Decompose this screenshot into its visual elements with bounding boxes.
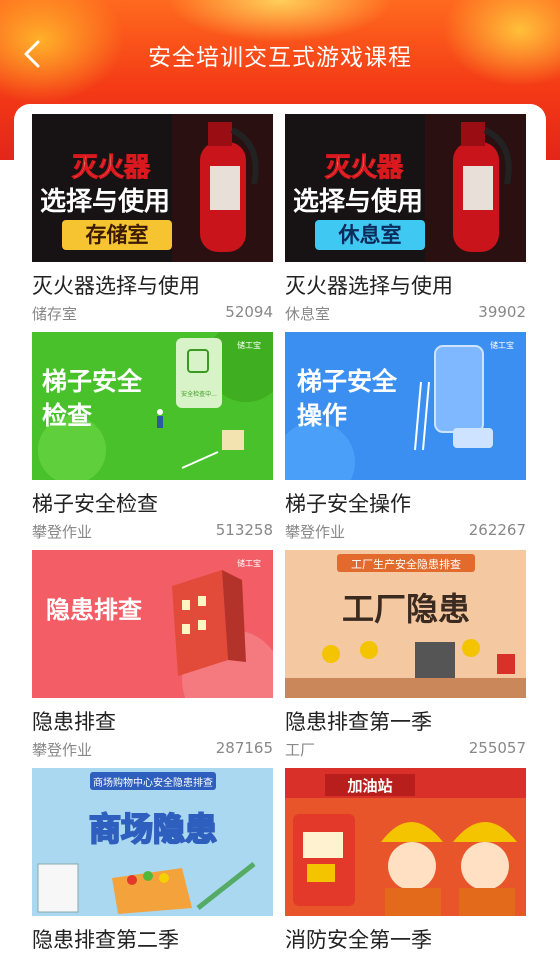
thumb-text: 梯子安全: [297, 367, 398, 396]
thumb-logo: 储工宝: [490, 340, 514, 350]
course-thumbnail: 商场购物中心安全隐患排查 商场隐患: [32, 768, 273, 916]
course-title: 消防安全第一季: [285, 928, 432, 952]
course-play-count: 255057: [468, 739, 526, 757]
course-thumbnail: 灭火器 选择与使用 存储室: [32, 114, 273, 262]
thumb-text: 选择与使用: [293, 187, 423, 217]
course-card[interactable]: 工厂生产安全隐患排查 工厂隐患 隐患排查第一季 工厂 255057: [285, 550, 526, 760]
thumb-badge: 存储室: [86, 223, 149, 247]
thumb-text: 安全检查中...: [181, 390, 217, 398]
thumb-text: 工厂隐患: [342, 590, 470, 628]
course-play-count: 39902: [478, 303, 526, 321]
thumb-banner: 商场购物中心安全隐患排查: [93, 776, 213, 789]
thumb-banner: 工厂生产安全隐患排查: [351, 557, 461, 571]
course-thumbnail: 安全检查中... 储工宝 梯子安全 检查: [32, 332, 273, 480]
course-play-count: 52094: [225, 303, 273, 321]
course-title: 梯子安全检查: [32, 492, 158, 516]
course-thumbnail: 加油站: [285, 768, 526, 916]
thumb-banner: 加油站: [346, 777, 392, 795]
course-card[interactable]: 安全检查中... 储工宝 梯子安全 检查 梯子安全检查 攀登作业 513258: [32, 332, 273, 542]
course-category: 工厂: [285, 741, 316, 759]
course-list-panel[interactable]: 灭火器 选择与使用 存储室 灭火器选择与使用 储存室 52094 灭火器 选择与…: [14, 104, 546, 973]
course-title: 灭火器选择与使用: [32, 274, 200, 298]
course-thumbnail: 灭火器 选择与使用 休息室: [285, 114, 526, 262]
course-title: 梯子安全操作: [285, 492, 411, 516]
course-category: 攀登作业: [32, 523, 93, 541]
course-category: 休息室: [285, 305, 331, 323]
course-card[interactable]: 加油站 消防安全第一季: [285, 768, 526, 973]
thumb-text: 操作: [297, 401, 347, 430]
course-card[interactable]: 灭火器 选择与使用 休息室 灭火器选择与使用 休息室 39902: [285, 114, 526, 324]
thumb-text: 商场隐患: [89, 810, 217, 848]
thumb-text: 隐患排查: [46, 596, 142, 624]
course-card[interactable]: 储工宝 隐患排查 隐患排查 攀登作业 287165: [32, 550, 273, 760]
thumb-logo: 储工宝: [237, 340, 261, 350]
thumb-text: 梯子安全: [42, 367, 143, 396]
course-title: 隐患排查: [32, 710, 116, 734]
thumb-text: 灭火器: [72, 153, 151, 183]
course-thumbnail: 工厂生产安全隐患排查 工厂隐患: [285, 550, 526, 698]
course-title: 隐患排查第二季: [32, 928, 179, 952]
course-title: 灭火器选择与使用: [285, 274, 453, 298]
course-category: 攀登作业: [32, 741, 93, 759]
thumb-text: 选择与使用: [40, 187, 170, 217]
course-thumbnail: 储工宝 隐患排查: [32, 550, 273, 698]
course-category: 储存室: [32, 305, 78, 323]
course-play-count: 262267: [468, 521, 526, 539]
course-card[interactable]: 储工宝 梯子安全 操作 梯子安全操作 攀登作业 262267: [285, 332, 526, 542]
course-play-count: 513258: [215, 521, 273, 539]
thumb-logo: 储工宝: [237, 558, 261, 568]
course-title: 隐患排查第一季: [285, 710, 432, 734]
course-thumbnail: 储工宝 梯子安全 操作: [285, 332, 526, 480]
course-card[interactable]: 商场购物中心安全隐患排查 商场隐患 隐患排查第二季: [32, 768, 273, 973]
thumb-text: 检查: [42, 401, 92, 430]
course-category: 攀登作业: [285, 523, 346, 541]
thumb-badge: 休息室: [338, 223, 402, 247]
page-title: 安全培训交互式游戏课程: [148, 45, 412, 71]
course-card[interactable]: 灭火器 选择与使用 存储室 灭火器选择与使用 储存室 52094: [32, 114, 273, 324]
thumb-text: 灭火器: [325, 153, 404, 183]
course-play-count: 287165: [215, 739, 273, 757]
